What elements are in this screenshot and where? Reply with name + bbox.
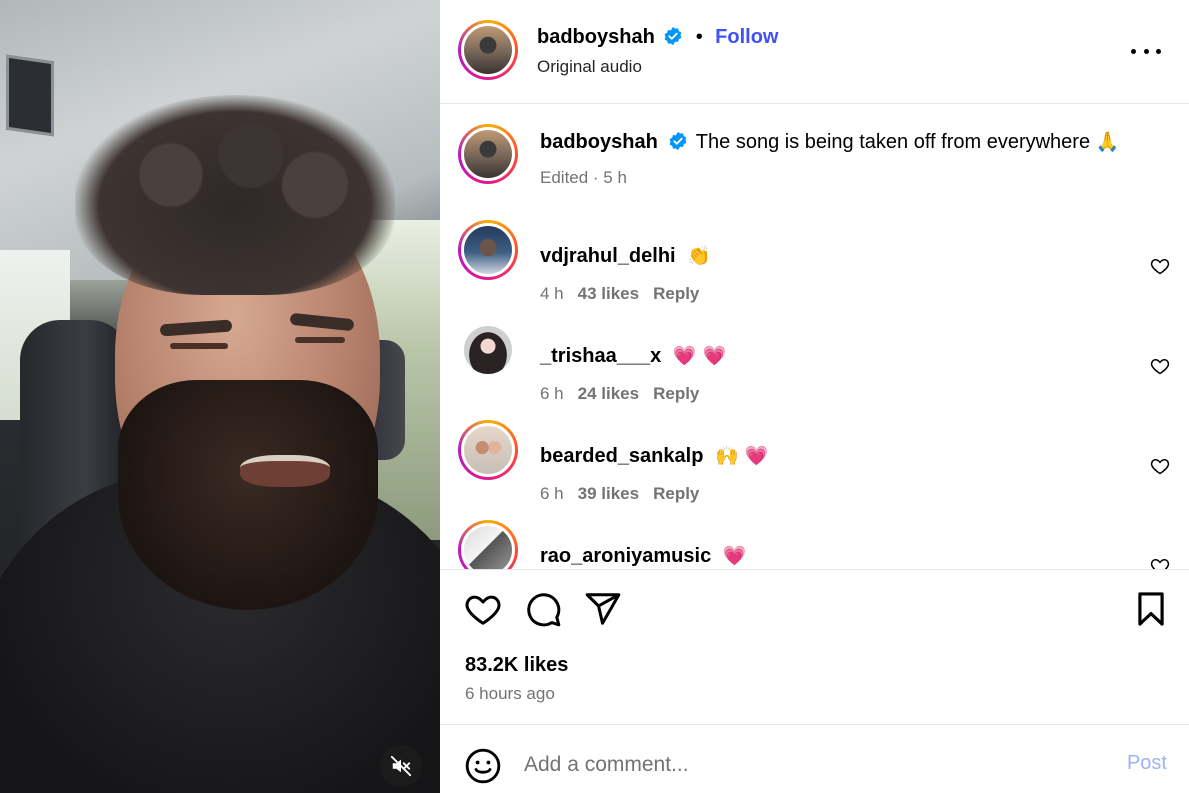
comment-meta: 4 h 43 likes Reply — [540, 284, 699, 304]
comment-avatar[interactable] — [458, 320, 518, 380]
comment-emoji: 💗 💗 — [672, 345, 727, 367]
more-options-icon[interactable] — [1131, 36, 1161, 66]
comment-avatar[interactable] — [458, 220, 518, 280]
emoji-icon[interactable] — [464, 747, 502, 785]
comment-icon[interactable] — [524, 590, 562, 628]
comment-text: _trishaa___x 💗 💗 — [540, 344, 726, 368]
person-eye-left — [170, 343, 228, 349]
comment-reply-button[interactable]: Reply — [653, 384, 699, 403]
audio-label[interactable]: Original audio — [537, 57, 642, 77]
comment-emoji: 👏 — [687, 245, 711, 267]
car-vent — [6, 54, 54, 137]
person-mouth — [240, 455, 330, 487]
caption-avatar[interactable] — [458, 124, 518, 184]
verified-badge-icon — [664, 26, 682, 46]
post-actions: 83.2K likes 6 hours ago — [440, 570, 1189, 725]
caption-emoji: 🙏 — [1095, 131, 1120, 153]
share-icon[interactable] — [584, 590, 622, 628]
comment-text: rao_aroniyamusic 💗 — [540, 544, 746, 568]
person-hair — [75, 95, 395, 295]
comment-avatar-image — [461, 223, 515, 277]
comment-meta: 6 h 39 likes Reply — [540, 484, 699, 504]
verified-badge-icon — [669, 131, 687, 151]
comment-avatar[interactable] — [458, 420, 518, 480]
comment-like-heart-icon[interactable] — [1150, 456, 1170, 476]
comment-username[interactable]: rao_aroniyamusic — [540, 545, 711, 567]
add-comment-bar: Post — [440, 726, 1189, 793]
caption-text-line: badboyshah The song is being taken off f… — [540, 130, 1119, 154]
comment-reply-button[interactable]: Reply — [653, 484, 699, 503]
comment-text: bearded_sankalp 🙌 💗 — [540, 444, 768, 468]
comment-likes[interactable]: 39 likes — [578, 484, 639, 503]
comment-row: vdjrahul_delhi 👏 4 h 43 likes Reply — [440, 220, 1189, 320]
caption-row: badboyshah The song is being taken off f… — [440, 124, 1189, 214]
comment-row: rao_aroniyamusic 💗 — [440, 520, 1189, 570]
caption-avatar-image — [461, 127, 515, 181]
comment-time[interactable]: 6 h — [540, 484, 564, 503]
comment-username[interactable]: _trishaa___x — [540, 345, 661, 367]
comment-meta: 6 h 24 likes Reply — [540, 384, 699, 404]
comment-reply-button[interactable]: Reply — [653, 284, 699, 303]
heart-icon[interactable] — [464, 590, 502, 628]
post-timestamp[interactable]: 6 hours ago — [465, 684, 555, 704]
comment-like-heart-icon[interactable] — [1150, 256, 1170, 276]
caption-username[interactable]: badboyshah — [540, 131, 658, 153]
follow-button[interactable]: Follow — [715, 26, 778, 48]
comment-likes[interactable]: 43 likes — [578, 284, 639, 303]
comment-avatar-image — [461, 323, 515, 377]
author-avatar[interactable] — [458, 20, 518, 80]
comment-like-heart-icon[interactable] — [1150, 356, 1170, 376]
author-line: badboyshah • Follow — [537, 26, 779, 49]
mute-icon — [390, 755, 412, 777]
author-username[interactable]: badboyshah — [537, 26, 655, 48]
comment-avatar-image — [461, 423, 515, 477]
comment-emoji: 🙌 💗 — [714, 445, 769, 467]
comment-username[interactable]: vdjrahul_delhi — [540, 245, 676, 267]
comment-username[interactable]: bearded_sankalp — [540, 445, 703, 467]
comment-text: vdjrahul_delhi 👏 — [540, 244, 711, 268]
comment-like-heart-icon[interactable] — [1150, 556, 1170, 570]
comment-emoji: 💗 — [722, 545, 747, 567]
comments-list[interactable]: badboyshah The song is being taken off f… — [440, 104, 1189, 570]
comment-likes[interactable]: 24 likes — [578, 384, 639, 403]
caption-text: The song is being taken off from everywh… — [695, 131, 1091, 153]
bookmark-icon[interactable] — [1132, 590, 1170, 628]
comment-time[interactable]: 4 h — [540, 284, 564, 303]
person-eye-right — [295, 337, 345, 343]
mute-button[interactable] — [380, 745, 422, 787]
author-avatar-image — [461, 23, 515, 77]
comment-input[interactable] — [524, 746, 1084, 784]
separator-dot: • — [695, 26, 703, 48]
post-panel: badboyshah • Follow Original audio badbo… — [440, 0, 1189, 793]
comment-avatar-image — [461, 523, 515, 569]
post-header: badboyshah • Follow Original audio — [440, 0, 1189, 104]
comment-row: _trishaa___x 💗 💗 6 h 24 likes Reply — [440, 320, 1189, 420]
person-beard — [118, 380, 378, 610]
reel-video[interactable] — [0, 0, 440, 793]
caption-meta: Edited · 5 h — [540, 168, 627, 187]
likes-count[interactable]: 83.2K likes — [465, 654, 568, 677]
comment-time[interactable]: 6 h — [540, 384, 564, 403]
post-comment-button[interactable]: Post — [1127, 752, 1167, 775]
comment-row: bearded_sankalp 🙌 💗 6 h 39 likes Reply — [440, 420, 1189, 520]
comment-avatar[interactable] — [458, 520, 518, 569]
